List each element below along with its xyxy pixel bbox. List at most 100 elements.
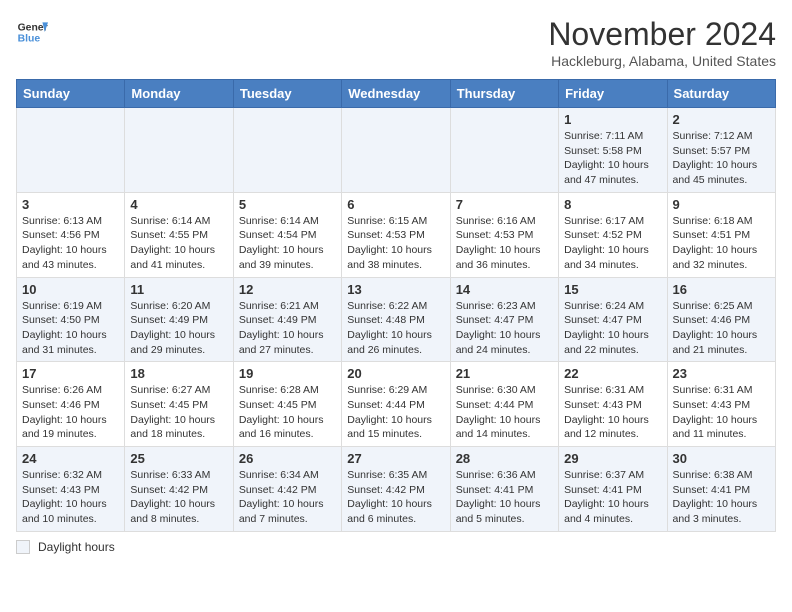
day-number: 20 xyxy=(347,366,444,381)
day-number: 29 xyxy=(564,451,661,466)
calendar-footer: Daylight hours xyxy=(16,540,776,554)
calendar-day-cell: 27 Sunrise: 6:35 AM Sunset: 4:42 PM Dayli… xyxy=(342,447,450,532)
calendar-day-cell: 7 Sunrise: 6:16 AM Sunset: 4:53 PM Daylig… xyxy=(450,192,558,277)
day-info: Sunrise: 6:29 AM Sunset: 4:44 PM Dayligh… xyxy=(347,383,444,442)
calendar-table: SundayMondayTuesdayWednesdayThursdayFrid… xyxy=(16,79,776,532)
day-number: 3 xyxy=(22,197,119,212)
day-number: 22 xyxy=(564,366,661,381)
month-title: November 2024 xyxy=(548,16,776,53)
calendar-day-header: Friday xyxy=(559,80,667,108)
calendar-day-cell: 28 Sunrise: 6:36 AM Sunset: 4:41 PM Dayli… xyxy=(450,447,558,532)
calendar-day-cell: 29 Sunrise: 6:37 AM Sunset: 4:41 PM Dayli… xyxy=(559,447,667,532)
day-number: 15 xyxy=(564,282,661,297)
calendar-week-row: 3 Sunrise: 6:13 AM Sunset: 4:56 PM Daylig… xyxy=(17,192,776,277)
calendar-day-cell: 4 Sunrise: 6:14 AM Sunset: 4:55 PM Daylig… xyxy=(125,192,233,277)
svg-text:Blue: Blue xyxy=(18,34,41,45)
day-number: 30 xyxy=(673,451,770,466)
calendar-day-cell xyxy=(233,108,341,193)
day-info: Sunrise: 6:14 AM Sunset: 4:54 PM Dayligh… xyxy=(239,214,336,273)
calendar-day-header: Wednesday xyxy=(342,80,450,108)
calendar-day-header: Sunday xyxy=(17,80,125,108)
day-info: Sunrise: 7:12 AM Sunset: 5:57 PM Dayligh… xyxy=(673,129,770,188)
calendar-day-cell: 15 Sunrise: 6:24 AM Sunset: 4:47 PM Dayli… xyxy=(559,277,667,362)
calendar-day-cell: 24 Sunrise: 6:32 AM Sunset: 4:43 PM Dayli… xyxy=(17,447,125,532)
day-number: 27 xyxy=(347,451,444,466)
day-number: 14 xyxy=(456,282,553,297)
calendar-day-header: Thursday xyxy=(450,80,558,108)
day-number: 19 xyxy=(239,366,336,381)
calendar-day-cell: 30 Sunrise: 6:38 AM Sunset: 4:41 PM Dayli… xyxy=(667,447,775,532)
day-info: Sunrise: 6:32 AM Sunset: 4:43 PM Dayligh… xyxy=(22,468,119,527)
day-number: 8 xyxy=(564,197,661,212)
calendar-day-cell: 16Sunrise: 6:25 AM Sunset: 4:46 PM Dayli… xyxy=(667,277,775,362)
calendar-day-header: Tuesday xyxy=(233,80,341,108)
day-info: Sunrise: 6:38 AM Sunset: 4:41 PM Dayligh… xyxy=(673,468,770,527)
daylight-label: Daylight hours xyxy=(38,540,115,554)
calendar-day-header: Saturday xyxy=(667,80,775,108)
calendar-day-cell: 17Sunrise: 6:26 AM Sunset: 4:46 PM Dayli… xyxy=(17,362,125,447)
day-info: Sunrise: 6:16 AM Sunset: 4:53 PM Dayligh… xyxy=(456,214,553,273)
day-number: 1 xyxy=(564,112,661,127)
day-info: Sunrise: 6:37 AM Sunset: 4:41 PM Dayligh… xyxy=(564,468,661,527)
calendar-day-cell: 20 Sunrise: 6:29 AM Sunset: 4:44 PM Dayli… xyxy=(342,362,450,447)
day-info: Sunrise: 6:33 AM Sunset: 4:42 PM Dayligh… xyxy=(130,468,227,527)
calendar-header-row: SundayMondayTuesdayWednesdayThursdayFrid… xyxy=(17,80,776,108)
day-number: 21 xyxy=(456,366,553,381)
day-info: Sunrise: 6:19 AM Sunset: 4:50 PM Dayligh… xyxy=(22,299,119,358)
day-number: 26 xyxy=(239,451,336,466)
day-info: Sunrise: 6:36 AM Sunset: 4:41 PM Dayligh… xyxy=(456,468,553,527)
day-info: Sunrise: 6:31 AM Sunset: 4:43 PM Dayligh… xyxy=(673,383,770,442)
calendar-day-cell: 10Sunrise: 6:19 AM Sunset: 4:50 PM Dayli… xyxy=(17,277,125,362)
calendar-day-header: Monday xyxy=(125,80,233,108)
day-info: Sunrise: 6:23 AM Sunset: 4:47 PM Dayligh… xyxy=(456,299,553,358)
daylight-box-icon xyxy=(16,540,30,554)
calendar-week-row: 1 Sunrise: 7:11 AM Sunset: 5:58 PM Daylig… xyxy=(17,108,776,193)
title-block: November 2024 Hackleburg, Alabama, Unite… xyxy=(548,16,776,69)
day-info: Sunrise: 6:27 AM Sunset: 4:45 PM Dayligh… xyxy=(130,383,227,442)
day-info: Sunrise: 6:28 AM Sunset: 4:45 PM Dayligh… xyxy=(239,383,336,442)
calendar-day-cell: 2Sunrise: 7:12 AM Sunset: 5:57 PM Daylig… xyxy=(667,108,775,193)
day-info: Sunrise: 6:21 AM Sunset: 4:49 PM Dayligh… xyxy=(239,299,336,358)
calendar-day-cell: 22 Sunrise: 6:31 AM Sunset: 4:43 PM Dayli… xyxy=(559,362,667,447)
calendar-week-row: 10Sunrise: 6:19 AM Sunset: 4:50 PM Dayli… xyxy=(17,277,776,362)
day-info: Sunrise: 6:30 AM Sunset: 4:44 PM Dayligh… xyxy=(456,383,553,442)
calendar-day-cell: 21 Sunrise: 6:30 AM Sunset: 4:44 PM Dayli… xyxy=(450,362,558,447)
day-info: Sunrise: 6:14 AM Sunset: 4:55 PM Dayligh… xyxy=(130,214,227,273)
logo-icon: General Blue xyxy=(16,16,48,48)
day-info: Sunrise: 7:11 AM Sunset: 5:58 PM Dayligh… xyxy=(564,129,661,188)
day-info: Sunrise: 6:20 AM Sunset: 4:49 PM Dayligh… xyxy=(130,299,227,358)
calendar-day-cell: 25Sunrise: 6:33 AM Sunset: 4:42 PM Dayli… xyxy=(125,447,233,532)
page-header: General Blue November 2024 Hackleburg, A… xyxy=(16,16,776,69)
day-info: Sunrise: 6:35 AM Sunset: 4:42 PM Dayligh… xyxy=(347,468,444,527)
day-number: 23 xyxy=(673,366,770,381)
day-number: 7 xyxy=(456,197,553,212)
day-number: 16 xyxy=(673,282,770,297)
day-info: Sunrise: 6:18 AM Sunset: 4:51 PM Dayligh… xyxy=(673,214,770,273)
calendar-day-cell: 6Sunrise: 6:15 AM Sunset: 4:53 PM Daylig… xyxy=(342,192,450,277)
calendar-day-cell xyxy=(17,108,125,193)
calendar-day-cell xyxy=(450,108,558,193)
calendar-day-cell: 13 Sunrise: 6:22 AM Sunset: 4:48 PM Dayli… xyxy=(342,277,450,362)
calendar-day-cell: 14 Sunrise: 6:23 AM Sunset: 4:47 PM Dayli… xyxy=(450,277,558,362)
calendar-day-cell: 19 Sunrise: 6:28 AM Sunset: 4:45 PM Dayli… xyxy=(233,362,341,447)
day-number: 4 xyxy=(130,197,227,212)
day-info: Sunrise: 6:26 AM Sunset: 4:46 PM Dayligh… xyxy=(22,383,119,442)
location-subtitle: Hackleburg, Alabama, United States xyxy=(548,53,776,69)
day-number: 24 xyxy=(22,451,119,466)
day-info: Sunrise: 6:15 AM Sunset: 4:53 PM Dayligh… xyxy=(347,214,444,273)
calendar-day-cell: 11Sunrise: 6:20 AM Sunset: 4:49 PM Dayli… xyxy=(125,277,233,362)
day-info: Sunrise: 6:34 AM Sunset: 4:42 PM Dayligh… xyxy=(239,468,336,527)
day-info: Sunrise: 6:24 AM Sunset: 4:47 PM Dayligh… xyxy=(564,299,661,358)
day-number: 13 xyxy=(347,282,444,297)
calendar-day-cell: 23 Sunrise: 6:31 AM Sunset: 4:43 PM Dayli… xyxy=(667,362,775,447)
calendar-day-cell: 8Sunrise: 6:17 AM Sunset: 4:52 PM Daylig… xyxy=(559,192,667,277)
calendar-day-cell xyxy=(342,108,450,193)
day-info: Sunrise: 6:31 AM Sunset: 4:43 PM Dayligh… xyxy=(564,383,661,442)
day-number: 28 xyxy=(456,451,553,466)
day-info: Sunrise: 6:22 AM Sunset: 4:48 PM Dayligh… xyxy=(347,299,444,358)
day-info: Sunrise: 6:13 AM Sunset: 4:56 PM Dayligh… xyxy=(22,214,119,273)
day-number: 9 xyxy=(673,197,770,212)
calendar-day-cell: 3 Sunrise: 6:13 AM Sunset: 4:56 PM Daylig… xyxy=(17,192,125,277)
day-number: 18 xyxy=(130,366,227,381)
day-number: 5 xyxy=(239,197,336,212)
